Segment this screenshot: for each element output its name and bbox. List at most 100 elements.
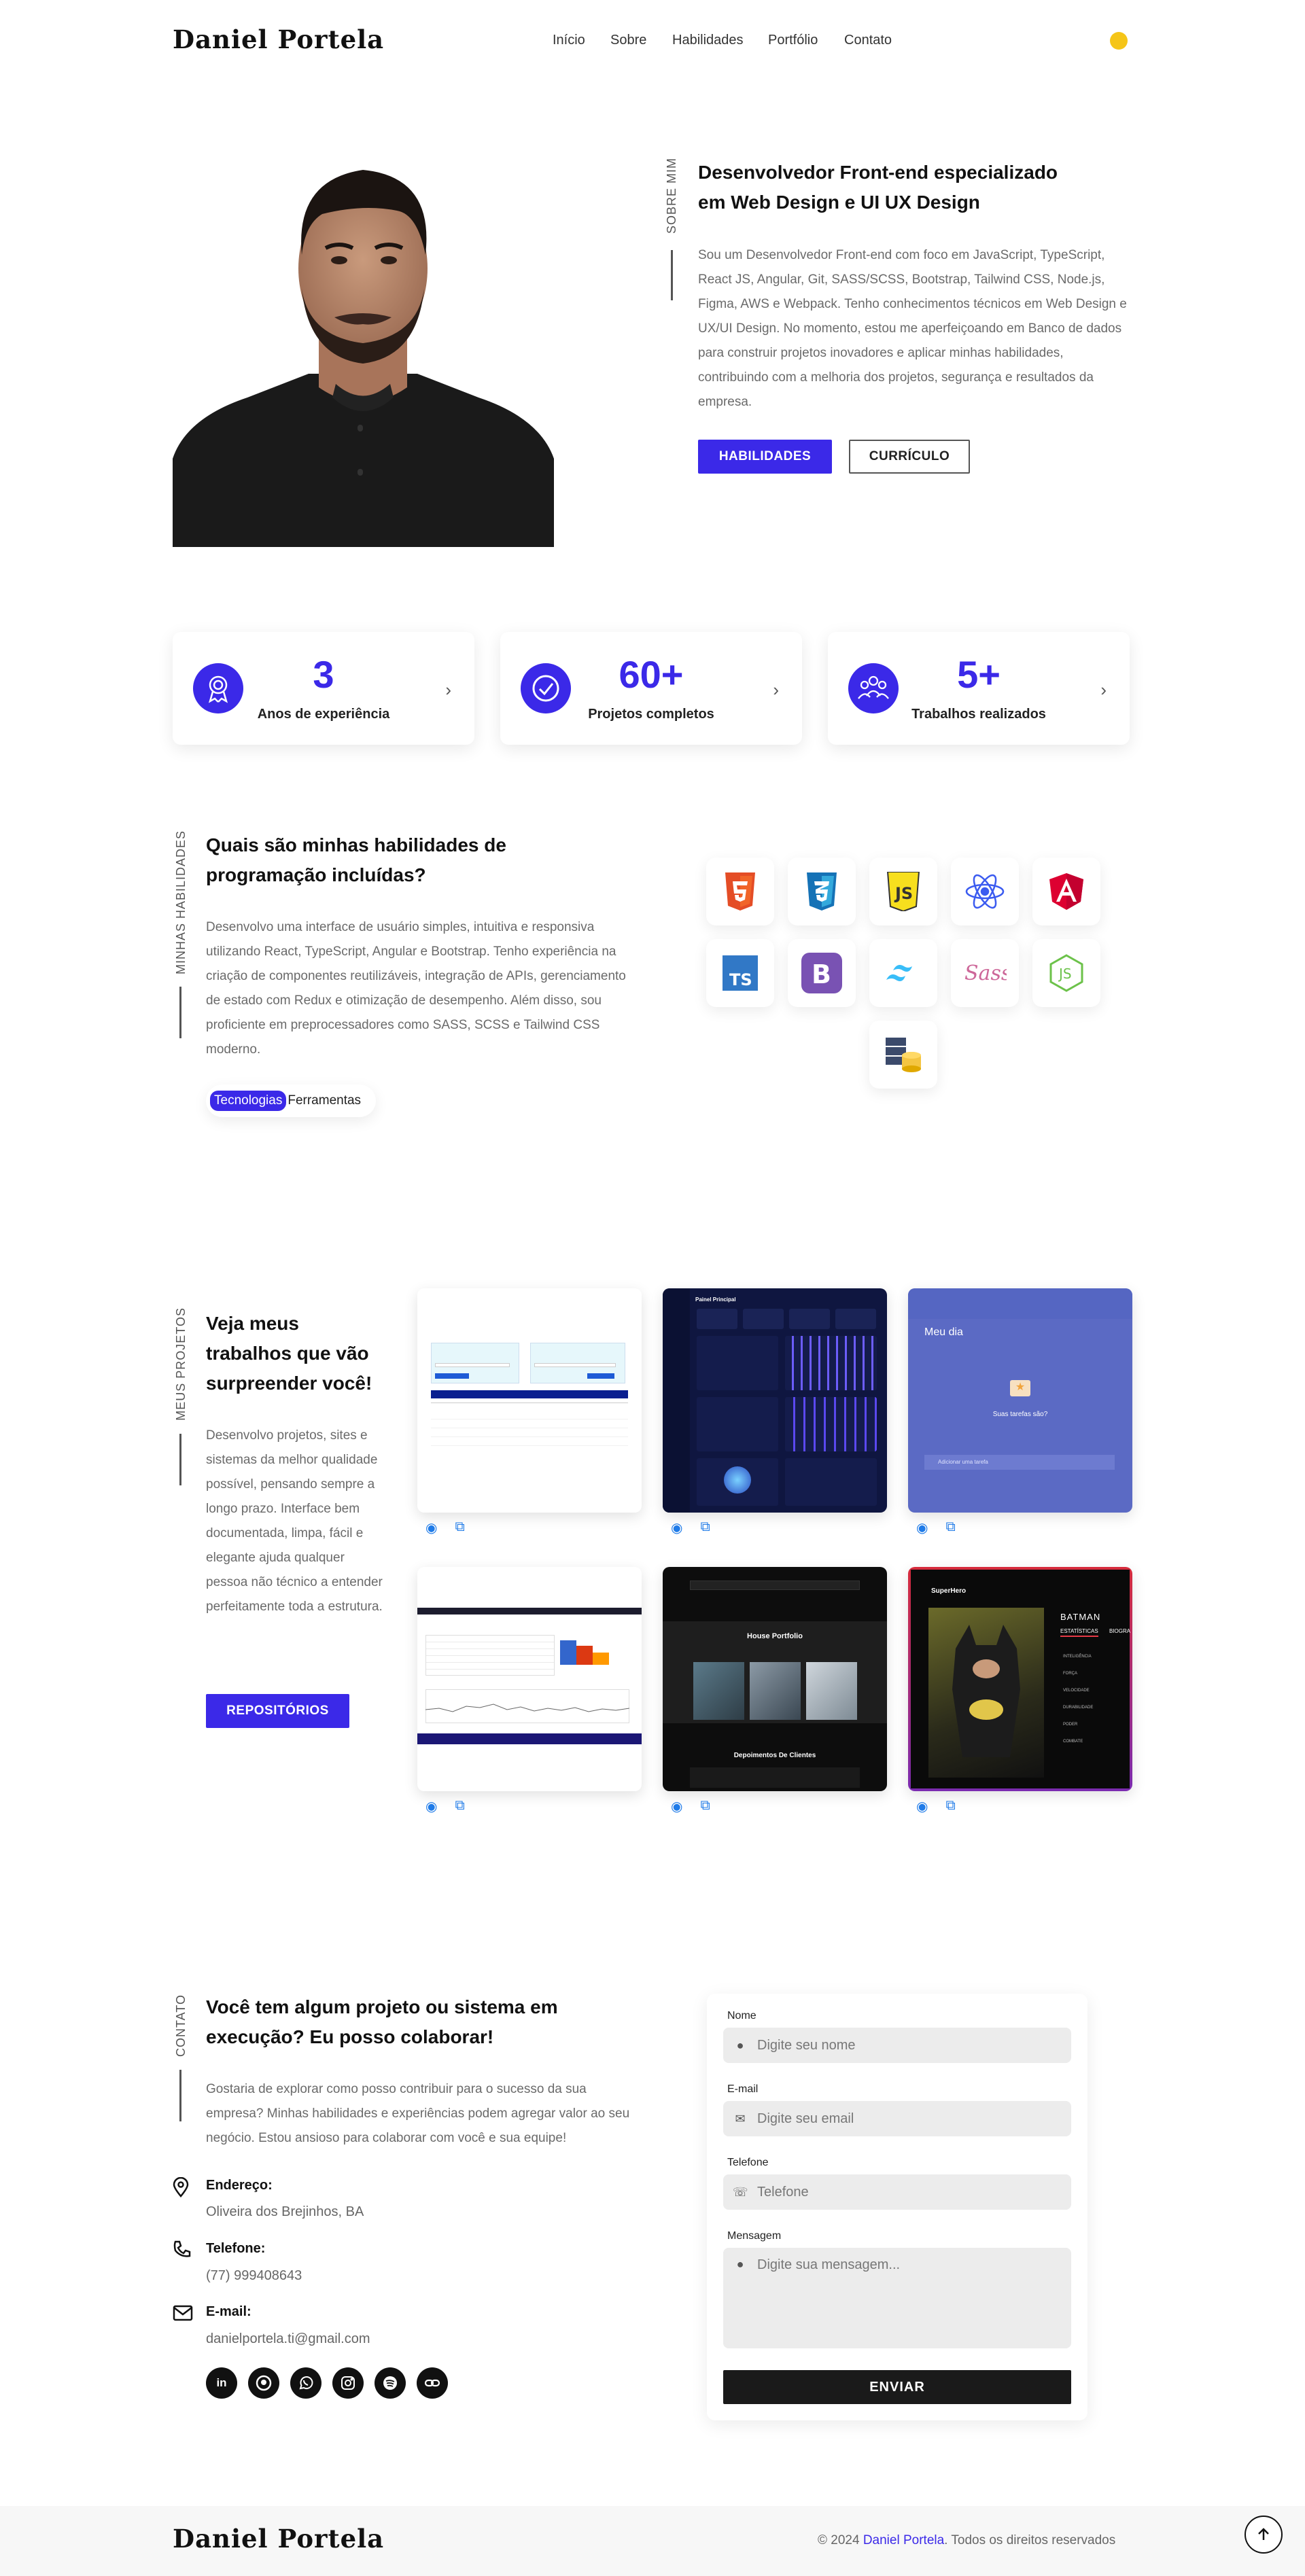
chevron-right-icon: › bbox=[773, 680, 779, 700]
github-icon[interactable]: ◉ bbox=[671, 1798, 682, 1815]
project-input: Adicionar uma tarefa bbox=[924, 1455, 1115, 1470]
spotify-icon[interactable] bbox=[375, 2367, 406, 2399]
github-icon[interactable]: ◉ bbox=[425, 1798, 437, 1815]
project-thumb-form-table[interactable] bbox=[417, 1288, 642, 1513]
tab-tecnologias[interactable]: Tecnologias bbox=[210, 1091, 287, 1111]
project-links: ◉ ⧉ bbox=[916, 1519, 956, 1536]
address-label: Endereço: bbox=[206, 2178, 273, 2193]
projects-divider bbox=[179, 1434, 181, 1485]
message-textarea[interactable]: ● Digite sua mensagem... bbox=[723, 2248, 1071, 2348]
about-title: Desenvolvedor Front-end especializado em… bbox=[698, 162, 1058, 213]
github-icon[interactable]: ◉ bbox=[916, 1519, 928, 1536]
external-link-icon[interactable]: ⧉ bbox=[700, 1798, 710, 1815]
github-icon[interactable] bbox=[248, 2367, 279, 2399]
repositories-button[interactable]: REPOSITÓRIOS bbox=[206, 1694, 349, 1728]
project-tab: BIOGRA bbox=[1109, 1628, 1131, 1634]
stat-item: DURABILIDADE bbox=[1063, 1706, 1094, 1710]
stat-item: PODER bbox=[1063, 1723, 1078, 1727]
stat-card-experience[interactable]: 3 Anos de experiência › bbox=[173, 632, 474, 745]
link-icon[interactable] bbox=[417, 2367, 448, 2399]
whatsapp-icon[interactable] bbox=[290, 2367, 321, 2399]
projects-vertical-label: MEUS PROJETOS bbox=[174, 1307, 188, 1421]
theme-toggle-icon[interactable] bbox=[1110, 32, 1128, 50]
nav-habilidades[interactable]: Habilidades bbox=[672, 33, 744, 48]
phone-label: Telefone: bbox=[206, 2241, 266, 2256]
css3-icon bbox=[788, 858, 856, 925]
address-value: Oliveira dos Brejinhos, BA bbox=[206, 2204, 364, 2219]
stat-card-projects[interactable]: 60+ Projetos completos › bbox=[500, 632, 802, 745]
external-link-icon[interactable]: ⧉ bbox=[700, 1519, 710, 1536]
project-subheading: Depoimentos De Clientes bbox=[733, 1752, 816, 1759]
name-input[interactable]: ● Digite seu nome bbox=[723, 2028, 1071, 2063]
arrow-up-icon bbox=[1258, 2528, 1269, 2540]
contact-vertical-label: CONTATO bbox=[174, 1994, 188, 2057]
external-link-icon[interactable]: ⧉ bbox=[455, 1519, 464, 1536]
copyright-suffix: . Todos os direitos reservados bbox=[944, 2533, 1116, 2547]
project-links: ◉ ⧉ bbox=[671, 1798, 710, 1815]
external-link-icon[interactable]: ⧉ bbox=[945, 1519, 955, 1536]
project-logo: SuperHero bbox=[931, 1587, 967, 1595]
contact-title: Você tem algum projeto ou sistema em exe… bbox=[206, 1996, 558, 2047]
skills-button[interactable]: HABILIDADES bbox=[698, 440, 832, 474]
copyright-name[interactable]: Daniel Portela bbox=[863, 2533, 944, 2547]
nav-sobre[interactable]: Sobre bbox=[610, 33, 646, 48]
project-thumb-house-portfolio[interactable]: House Portfolio Depoimentos De Clientes bbox=[663, 1567, 887, 1791]
tab-ferramentas[interactable]: Ferramentas bbox=[286, 1091, 362, 1111]
phone-icon: ☏ bbox=[733, 2185, 748, 2199]
stat-item: COMBATE bbox=[1063, 1740, 1083, 1744]
linkedin-icon[interactable]: in bbox=[206, 2367, 237, 2399]
github-icon[interactable]: ◉ bbox=[671, 1519, 682, 1536]
project-thumb-superhero[interactable]: SuperHero BATMAN ESTATÍSTICAS BIOGRA INT… bbox=[908, 1567, 1132, 1791]
bootstrap-icon: B bbox=[788, 939, 856, 1007]
project-thumb-dashboard[interactable]: Painel Principal bbox=[663, 1288, 887, 1513]
typescript-icon: TS bbox=[706, 939, 774, 1007]
stat-item: INTELIGÊNCIA bbox=[1063, 1655, 1092, 1659]
skills-divider bbox=[179, 987, 181, 1038]
submit-button[interactable]: ENVIAR bbox=[723, 2370, 1071, 2404]
project-heading: House Portfolio bbox=[747, 1632, 803, 1640]
stat-value: 3 bbox=[313, 653, 334, 696]
nav-contato[interactable]: Contato bbox=[844, 33, 892, 48]
brand-logo[interactable]: Daniel Portela bbox=[173, 24, 384, 54]
javascript-icon: JS bbox=[869, 858, 937, 925]
project-heading: Painel Principal bbox=[695, 1296, 736, 1303]
svg-text:B: B bbox=[812, 959, 831, 989]
chat-icon: ● bbox=[736, 2257, 744, 2271]
database-icon bbox=[869, 1021, 937, 1089]
external-link-icon[interactable]: ⧉ bbox=[455, 1798, 464, 1815]
github-icon[interactable]: ◉ bbox=[425, 1519, 437, 1536]
name-label: Nome bbox=[727, 2010, 756, 2022]
contact-divider bbox=[179, 2070, 181, 2121]
name-placeholder: Digite seu nome bbox=[757, 2037, 856, 2053]
react-icon bbox=[951, 858, 1019, 925]
project-subheading: Suas tarefas são? bbox=[992, 1411, 1048, 1418]
stat-item: FORÇA bbox=[1063, 1672, 1077, 1676]
project-stats: INTELIGÊNCIA FORÇA VELOCIDADE DURABILIDA… bbox=[1063, 1648, 1093, 1750]
back-to-top-button[interactable] bbox=[1245, 2516, 1283, 2554]
chevron-right-icon: › bbox=[1100, 680, 1107, 700]
nav-portfolio[interactable]: Portfólio bbox=[768, 33, 818, 48]
tailwind-icon bbox=[869, 939, 937, 1007]
github-icon[interactable]: ◉ bbox=[916, 1798, 928, 1815]
nav-inicio[interactable]: Início bbox=[553, 33, 585, 48]
phone-placeholder: Telefone bbox=[757, 2184, 809, 2200]
projects-text: Desenvolvo projetos, sites e sistemas da… bbox=[206, 1428, 383, 1614]
projects-title: Veja meus trabalhos que vão surpreender … bbox=[206, 1313, 372, 1394]
project-links: ◉ ⧉ bbox=[425, 1519, 465, 1536]
project-thumb-tasks[interactable]: Meu dia ★ Suas tarefas são? Adicionar um… bbox=[908, 1288, 1132, 1513]
stat-card-jobs[interactable]: 5+ Trabalhos realizados › bbox=[828, 632, 1130, 745]
email-placeholder: Digite seu email bbox=[757, 2111, 854, 2126]
sass-icon: Sass bbox=[951, 939, 1019, 1007]
email-label: E-mail: bbox=[206, 2304, 251, 2319]
svg-text:JS: JS bbox=[894, 884, 913, 903]
phone-value: (77) 999408643 bbox=[206, 2268, 302, 2283]
footer-brand[interactable]: Daniel Portela bbox=[173, 2524, 384, 2554]
phone-input[interactable]: ☏ Telefone bbox=[723, 2174, 1071, 2210]
email-input[interactable]: ✉ Digite seu email bbox=[723, 2101, 1071, 2136]
instagram-icon[interactable] bbox=[332, 2367, 364, 2399]
skills-title: Quais são minhas habilidades de programa… bbox=[206, 834, 506, 885]
cv-button[interactable]: CURRÍCULO bbox=[849, 440, 970, 474]
project-thumb-charts[interactable] bbox=[417, 1567, 642, 1791]
external-link-icon[interactable]: ⧉ bbox=[945, 1798, 955, 1815]
phone-icon bbox=[173, 2240, 192, 2262]
